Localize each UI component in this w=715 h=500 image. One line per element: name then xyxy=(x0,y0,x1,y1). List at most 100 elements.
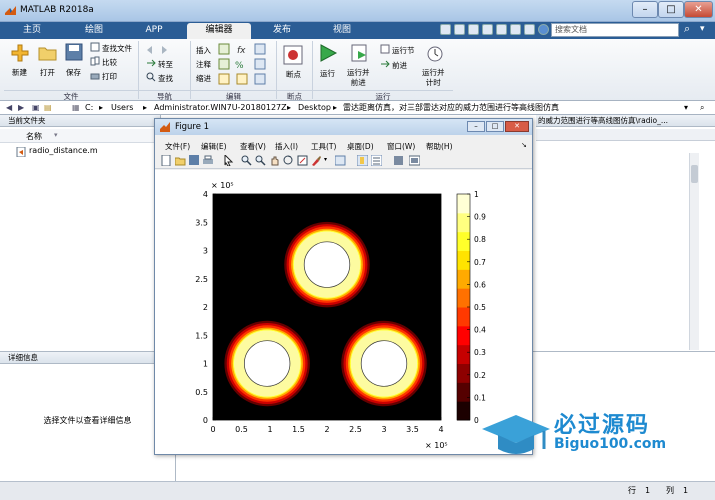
advance-label[interactable]: 前进 xyxy=(392,60,407,71)
show-plot-tools-icon[interactable] xyxy=(409,155,420,166)
switch-windows-icon[interactable] xyxy=(524,24,535,35)
column-header[interactable]: 名称 ▾ xyxy=(0,129,160,143)
minimize-button[interactable]: – xyxy=(632,1,658,18)
save-figure-icon[interactable] xyxy=(189,155,200,166)
maximize-button[interactable]: □ xyxy=(658,1,684,18)
rotate-3d-icon[interactable] xyxy=(283,155,294,166)
new-figure-icon[interactable] xyxy=(161,155,172,166)
menu-help[interactable]: 帮助(H) xyxy=(426,141,453,152)
redo-icon[interactable] xyxy=(510,24,521,35)
save-icon[interactable] xyxy=(65,43,83,61)
search-docs-input[interactable]: 搜索文档 xyxy=(551,23,679,37)
menu-dock-icon[interactable]: ↘ xyxy=(521,141,527,149)
file-name[interactable]: radio_distance.m xyxy=(29,146,98,155)
contour-plot[interactable]: 0 0.5 1 1.5 2 2.5 3 3.5 4 0 0.5 1 1.5 2 2.5 3 3.5 4 × 10… xyxy=(155,170,532,454)
new-icon[interactable] xyxy=(10,43,30,63)
edit-plot-icon[interactable] xyxy=(223,155,234,166)
menu-desktop[interactable]: 桌面(D) xyxy=(347,141,374,152)
browse-folder-icon[interactable]: ▤ xyxy=(44,101,52,114)
run-time-icon[interactable] xyxy=(425,43,445,63)
insert-colorbar-icon[interactable] xyxy=(357,155,368,166)
path-part[interactable]: 雷达距离仿真，对三部雷达对应的威力范围进行等高线图仿真 xyxy=(343,101,559,114)
tab-apps[interactable]: APP xyxy=(126,23,182,39)
path-part[interactable]: C: xyxy=(85,101,93,114)
comment-label[interactable]: 注释 xyxy=(196,59,211,70)
hide-plot-tools-icon[interactable] xyxy=(393,155,404,166)
figure-minimize-button[interactable]: – xyxy=(467,121,485,132)
name-column-label[interactable]: 名称 xyxy=(26,131,42,142)
find-label[interactable]: 查找 xyxy=(158,73,173,84)
run-advance-label[interactable]: 运行并 前进 xyxy=(347,68,370,88)
menu-tools[interactable]: 工具(T) xyxy=(311,141,336,152)
current-folder-panel: 当前文件夹 名称 ▾ radio_distance.m xyxy=(0,115,160,351)
insert-label[interactable]: 插入 xyxy=(196,45,211,56)
path-part[interactable]: Administrator.WIN7U-20180127Z xyxy=(154,101,287,114)
compare-label[interactable]: 比较 xyxy=(102,57,117,68)
breakpoints-icon[interactable] xyxy=(283,45,303,65)
figure-maximize-button[interactable]: □ xyxy=(486,121,504,132)
help-icon[interactable] xyxy=(538,24,549,35)
quick-cut-icon[interactable] xyxy=(454,24,465,35)
pan-icon[interactable] xyxy=(269,155,280,166)
run-icon[interactable] xyxy=(318,43,338,63)
path-part[interactable]: Desktop xyxy=(298,101,331,114)
undo-icon[interactable] xyxy=(496,24,507,35)
tab-home[interactable]: 主页 xyxy=(4,23,60,39)
y-tick-label: 1 xyxy=(203,360,208,369)
menu-insert[interactable]: 插入(I) xyxy=(275,141,298,152)
nav-forward-icon[interactable]: ▶ xyxy=(18,101,24,114)
plot-area[interactable]: 0 0.5 1 1.5 2 2.5 3 3.5 4 0 0.5 1 1.5 2 2.5 3 3.5 4 × 10… xyxy=(155,170,532,454)
figure-window[interactable]: Figure 1 – □ ✕ 文件(F) 编辑(E) 查看(V) 插入(I) 工… xyxy=(154,118,533,455)
edit-tool-icons[interactable]: fx % xyxy=(218,43,272,87)
editor-vertical-scrollbar[interactable] xyxy=(689,153,699,350)
open-label[interactable]: 打开 xyxy=(40,67,55,78)
tab-publish[interactable]: 发布 xyxy=(254,23,310,39)
tab-editor[interactable]: 编辑器 xyxy=(187,23,251,39)
goto-label[interactable]: 转至 xyxy=(158,59,173,70)
indent-label[interactable]: 缩进 xyxy=(196,73,211,84)
back-forward-icon xyxy=(147,46,167,54)
run-time-label[interactable]: 运行并 计时 xyxy=(422,68,445,88)
nav-back-icon[interactable]: ◀ xyxy=(6,101,12,114)
search-icon[interactable]: ⌕ xyxy=(684,23,695,35)
menu-view[interactable]: 查看(V) xyxy=(240,141,266,152)
link-plot-icon[interactable] xyxy=(335,155,346,166)
zoom-out-icon[interactable] xyxy=(255,155,266,166)
up-folder-icon[interactable]: ▣ xyxy=(32,101,40,114)
close-button[interactable]: ✕ xyxy=(684,1,713,18)
breakpoints-label[interactable]: 断点 xyxy=(286,69,301,80)
brush-icon[interactable] xyxy=(311,155,322,166)
tab-view[interactable]: 视图 xyxy=(313,23,371,39)
path-part[interactable]: Users xyxy=(111,101,133,114)
current-folder-address-bar[interactable]: ◀ ▶ ▣ ▤ ▦ C: ▸ Users ▸ Administrator.WIN… xyxy=(0,101,715,115)
quick-save-icon[interactable] xyxy=(440,24,451,35)
menu-edit[interactable]: 编辑(E) xyxy=(201,141,227,152)
run-label[interactable]: 运行 xyxy=(320,68,335,79)
find-files-label[interactable]: 查找文件 xyxy=(102,43,132,54)
print-label[interactable]: 打印 xyxy=(102,71,117,82)
new-label[interactable]: 新建 xyxy=(12,67,27,78)
menu-window[interactable]: 窗口(W) xyxy=(387,141,415,152)
figure-title-bar[interactable]: Figure 1 – □ ✕ xyxy=(155,119,532,135)
run-advance-icon[interactable] xyxy=(350,43,370,63)
open-file-icon[interactable] xyxy=(175,155,186,166)
brush-dropdown-icon[interactable]: ▾ xyxy=(324,156,327,163)
path-search-icon[interactable]: ⌕ xyxy=(700,101,704,114)
open-folder-icon[interactable] xyxy=(38,44,58,62)
save-label[interactable]: 保存 xyxy=(66,67,81,78)
editor-tab-strip[interactable] xyxy=(536,129,715,141)
tab-plots[interactable]: 绘图 xyxy=(66,23,122,39)
minimize-toolstrip-icon[interactable]: ▾ xyxy=(700,24,711,35)
colorbar[interactable]: 00.10.20.30.40.50.60.70.80.91 xyxy=(456,190,486,425)
figure-close-button[interactable]: ✕ xyxy=(505,121,529,132)
quick-copy-icon[interactable] xyxy=(468,24,479,35)
insert-legend-icon[interactable] xyxy=(371,155,382,166)
menu-file[interactable]: 文件(F) xyxy=(165,141,190,152)
print-figure-icon[interactable] xyxy=(203,155,214,166)
path-dropdown-icon[interactable]: ▾ xyxy=(684,101,688,114)
quick-paste-icon[interactable] xyxy=(482,24,493,35)
zoom-in-icon[interactable] xyxy=(241,155,252,166)
data-cursor-icon[interactable] xyxy=(297,155,308,166)
scroll-thumb[interactable] xyxy=(691,165,698,183)
run-section-label[interactable]: 运行节 xyxy=(392,45,415,56)
